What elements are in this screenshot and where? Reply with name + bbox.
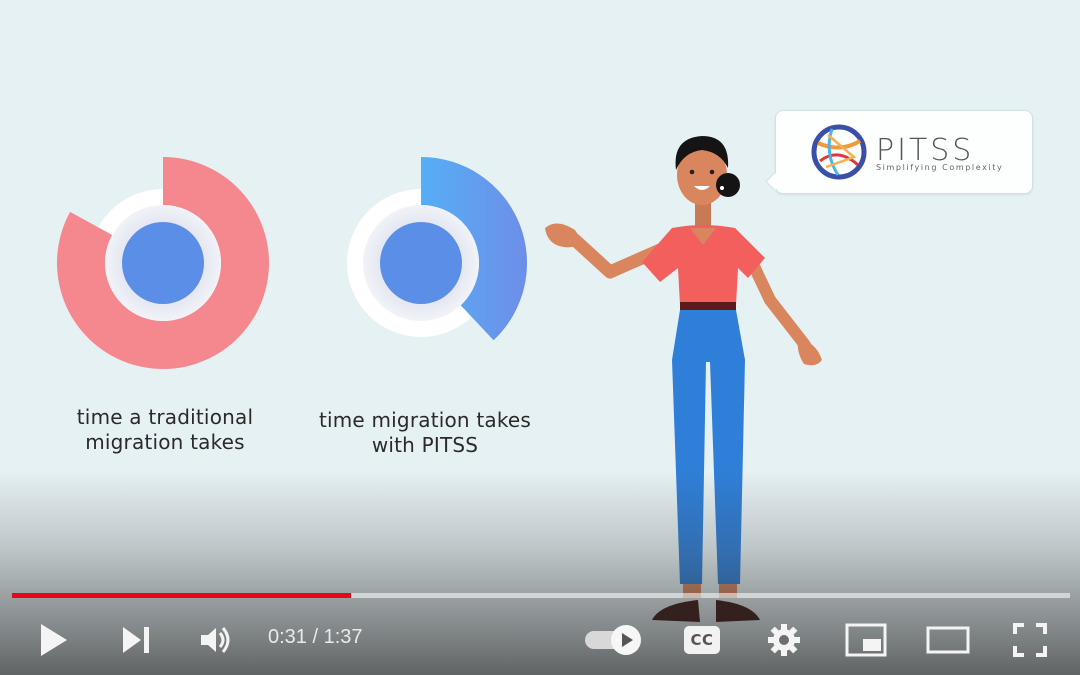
miniplayer-button[interactable] xyxy=(840,610,892,670)
autoplay-toggle-icon xyxy=(585,625,641,655)
progress-played xyxy=(12,593,351,598)
play-icon xyxy=(41,624,67,656)
caption-pitss: time migration takes with PITSS xyxy=(318,408,532,457)
next-button[interactable] xyxy=(112,610,160,670)
miniplayer-icon xyxy=(845,623,887,657)
time-display: 0:31 / 1:37 xyxy=(268,626,363,648)
gear-icon xyxy=(768,624,800,656)
autoplay-toggle[interactable] xyxy=(582,610,646,670)
current-time: 0:31 xyxy=(268,626,307,648)
donut-center xyxy=(122,222,204,304)
cc-icon: CC xyxy=(684,626,720,654)
video-player[interactable]: time a traditional migration takes time … xyxy=(0,0,1080,675)
volume-icon xyxy=(201,627,230,653)
theater-mode-button[interactable] xyxy=(922,610,974,670)
duration: 1:37 xyxy=(323,626,363,648)
pitss-logo-bubble: PITSS Simplifying Complexity xyxy=(765,110,1033,194)
captions-button[interactable]: CC xyxy=(678,610,726,670)
settings-button[interactable] xyxy=(760,610,808,670)
player-controls: 0:31 / 1:37 CC xyxy=(0,610,1080,670)
volume-button[interactable] xyxy=(192,610,240,670)
progress-bar[interactable] xyxy=(12,593,1070,598)
pitss-tagline: Simplifying Complexity xyxy=(876,163,1004,172)
theater-icon xyxy=(926,626,970,654)
caption-traditional: time a traditional migration takes xyxy=(76,405,254,454)
play-button[interactable] xyxy=(30,610,78,670)
pitss-globe-icon xyxy=(811,124,867,180)
fullscreen-button[interactable] xyxy=(1004,610,1056,670)
donut-center xyxy=(380,222,462,304)
fullscreen-icon xyxy=(1013,623,1047,657)
next-icon xyxy=(123,627,149,653)
